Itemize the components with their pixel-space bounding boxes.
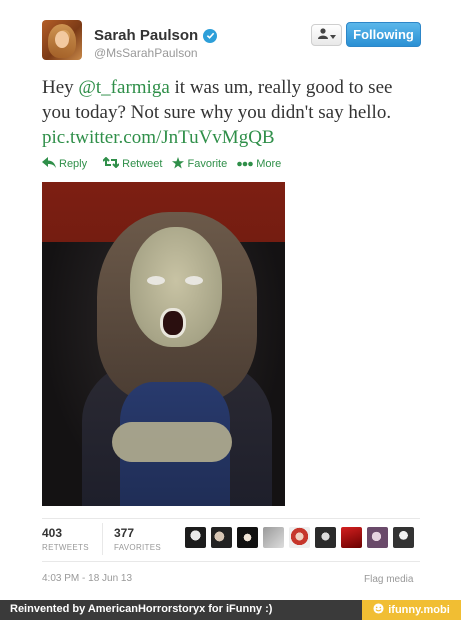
profile-name[interactable]: Sarah Paulson	[94, 27, 198, 44]
favorites-label: FAVORITES	[114, 543, 162, 552]
tweet-text-start: Hey	[42, 77, 79, 98]
user-actions-dropdown[interactable]	[311, 24, 342, 46]
more-dots-icon	[237, 158, 254, 170]
more-label: More	[256, 158, 282, 170]
reply-label: Reply	[59, 158, 88, 170]
favoriter-avatar[interactable]	[185, 527, 206, 548]
favoriter-avatar[interactable]	[315, 527, 336, 548]
stats-divider	[102, 523, 103, 555]
favoriter-avatar[interactable]	[393, 527, 414, 548]
footer-credit: Reinvented by AmericanHorrorstoryx for i…	[10, 603, 273, 615]
tweet-timestamp[interactable]: 4:03 PM - 18 Jun 13	[42, 573, 132, 584]
favorites-count: 377	[114, 526, 135, 540]
reply-icon	[42, 157, 56, 171]
ifunny-badge[interactable]: ifunny.mobi	[362, 600, 461, 620]
retweet-label: Retweet	[122, 158, 163, 170]
tweet-text: Hey @t_farmiga it was um, really good to…	[42, 75, 422, 150]
profile-name-row[interactable]: Sarah Paulson	[94, 27, 218, 44]
profile-username[interactable]: @MsSarahPaulson	[94, 46, 198, 60]
tweet-actions: Reply Retweet Favorite More	[42, 156, 281, 172]
favoriter-avatar[interactable]	[367, 527, 388, 548]
user-icon	[317, 26, 328, 44]
pic-link[interactable]: pic.twitter.com/JnTuVvMgQB	[42, 127, 275, 148]
verified-check-icon	[203, 28, 218, 43]
ifunny-badge-label: ifunny.mobi	[388, 604, 450, 616]
reply-action[interactable]: Reply	[42, 157, 87, 171]
favoriter-avatar[interactable]	[289, 527, 310, 548]
more-action[interactable]: More	[237, 158, 281, 170]
mention-link[interactable]: @t_farmiga	[78, 77, 169, 98]
retweet-action[interactable]: Retweet	[102, 156, 163, 171]
retweet-icon	[102, 156, 120, 171]
chevron-down-icon	[329, 26, 336, 44]
retweets-count: 403	[42, 526, 63, 540]
favoriter-avatar[interactable]	[341, 527, 362, 548]
tweet-photo[interactable]	[42, 182, 285, 506]
tweet-stats: 403 RETWEETS 377 FAVORITES	[42, 518, 420, 562]
favoriters-avatars	[185, 527, 414, 548]
favoriter-avatar[interactable]	[237, 527, 258, 548]
star-icon	[172, 156, 185, 172]
smiley-icon	[373, 603, 384, 617]
flag-media-link[interactable]: Flag media	[364, 574, 413, 585]
retweets-label: RETWEETS	[42, 543, 89, 552]
retweets-stat[interactable]: 403 RETWEETS	[42, 526, 89, 552]
favorites-stat[interactable]: 377 FAVORITES	[114, 526, 161, 552]
favoriter-avatar[interactable]	[211, 527, 232, 548]
favorite-action[interactable]: Favorite	[172, 156, 228, 172]
favoriter-avatar[interactable]	[263, 527, 284, 548]
profile-avatar[interactable]	[42, 20, 82, 60]
tweet-card: Sarah Paulson @MsSarahPaulson Following …	[0, 0, 461, 600]
following-button[interactable]: Following	[346, 22, 421, 47]
favorite-label: Favorite	[187, 158, 228, 170]
ifunny-footer: Reinvented by AmericanHorrorstoryx for i…	[0, 600, 461, 620]
